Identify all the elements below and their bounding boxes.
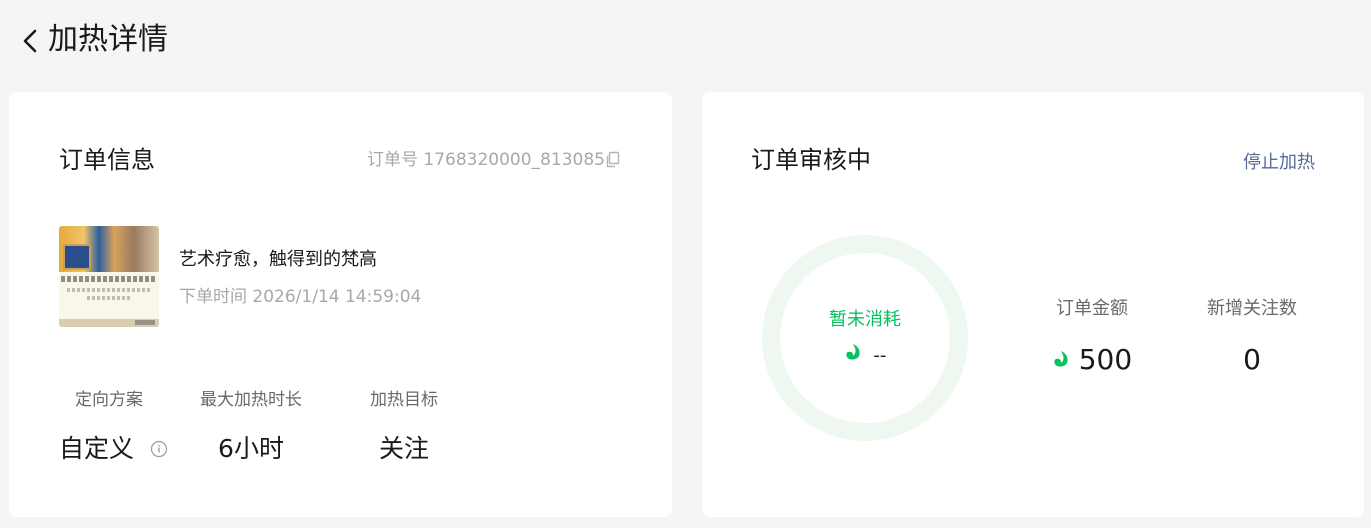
copy-button[interactable] (605, 151, 621, 169)
stat-label-targeting: 定向方案 (75, 390, 143, 410)
stop-heating-button[interactable]: 停止加热 (1243, 151, 1315, 175)
targeting-info-button[interactable] (150, 440, 168, 458)
chevron-left-icon (23, 29, 37, 53)
metric-label-new-followers: 新增关注数 (1207, 298, 1297, 319)
order-info-title: 订单信息 (59, 146, 155, 174)
order-time: 下单时间 2026/1/14 14:59:04 (179, 287, 422, 307)
page-title: 加热详情 (48, 22, 168, 57)
metric-value-order-amount: 500 (1078, 343, 1133, 376)
back-button[interactable] (18, 24, 44, 58)
copy-icon (606, 151, 620, 168)
product-thumbnail[interactable] (59, 226, 159, 327)
metric-order-amount-row: 500 (1032, 342, 1152, 379)
consumption-value-row: -- (762, 342, 968, 369)
coin-icon (844, 342, 862, 369)
metric-label-order-amount: 订单金额 (1056, 298, 1128, 319)
info-icon (150, 440, 168, 458)
consumption-ring (762, 235, 968, 441)
top-bar: 加热详情 (0, 0, 1371, 84)
metric-value-new-followers: 0 (1243, 343, 1261, 376)
product-name[interactable]: 艺术疗愈，触得到的梵高 (179, 248, 377, 272)
review-status-card: 订单审核中 停止加热 暂未消耗 -- 订单金额 500 新增关注数 0 (702, 92, 1364, 517)
stat-value-goal: 关注 (378, 434, 429, 463)
stat-label-max-duration: 最大加热时长 (200, 390, 302, 410)
consumption-value: -- (873, 344, 887, 366)
stat-label-goal: 加热目标 (370, 390, 438, 410)
order-info-card: 订单信息 订单号 1768320000_813085 艺术疗愈，触得到的梵高 下… (9, 92, 672, 517)
stat-value-max-duration: 6小时 (218, 434, 284, 463)
review-status-title: 订单审核中 (751, 146, 871, 174)
order-number: 订单号 1768320000_813085 (367, 150, 605, 170)
coin-icon (1052, 343, 1070, 379)
consumption-status: 暂未消耗 (829, 309, 901, 330)
stat-value-targeting: 自定义 (59, 434, 135, 463)
